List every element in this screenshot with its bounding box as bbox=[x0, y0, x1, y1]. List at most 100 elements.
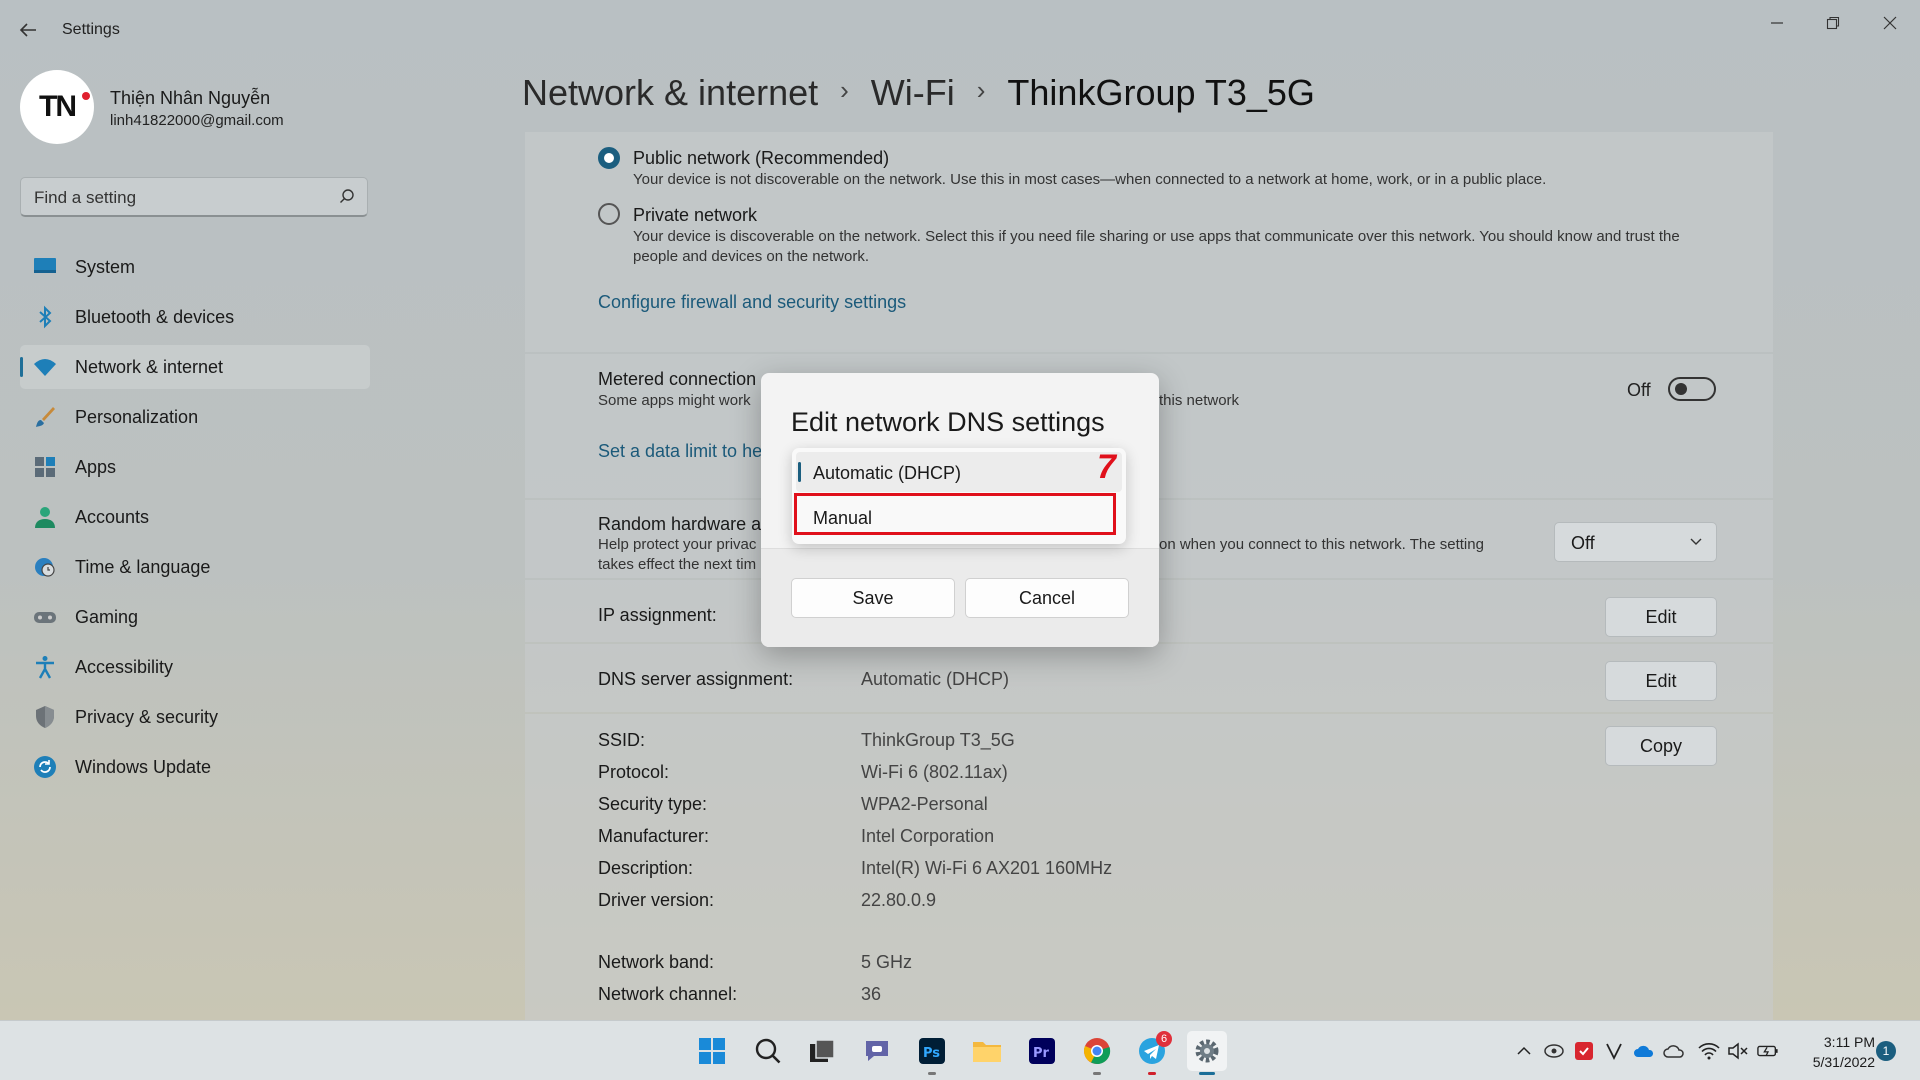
property-value: Intel Corporation bbox=[861, 826, 995, 846]
property-value: 22.80.0.9 bbox=[861, 890, 937, 910]
sidebar-item-personalization[interactable]: Personalization bbox=[20, 395, 370, 439]
sidebar-item-network[interactable]: Network & internet bbox=[20, 345, 370, 389]
sidebar-item-gaming[interactable]: Gaming bbox=[20, 595, 370, 639]
search-placeholder: Find a setting bbox=[34, 188, 137, 207]
cancel-button[interactable]: Cancel bbox=[965, 578, 1129, 618]
show-hidden-icons-button[interactable] bbox=[1513, 1040, 1535, 1062]
save-button[interactable]: Save bbox=[791, 578, 955, 618]
breadcrumb-chevron-icon: › bbox=[976, 75, 986, 105]
search-icon bbox=[755, 1038, 781, 1064]
user-name: Thiện Nhân Nguyễn bbox=[110, 88, 271, 108]
dns-edit-button[interactable]: Edit bbox=[1605, 661, 1717, 701]
tray-app-icon[interactable] bbox=[1603, 1040, 1625, 1062]
public-network-desc: Your device is not discoverable on the n… bbox=[633, 171, 1547, 188]
taskbar: Ps Pr 6 3:11 PM 5/31/2022 1 bbox=[0, 1020, 1920, 1080]
sidebar-item-label: Bluetooth & devices bbox=[75, 307, 235, 327]
app-title: Settings bbox=[62, 21, 120, 38]
sidebar-item-time-language[interactable]: Time & language bbox=[20, 545, 370, 589]
volume-tray-button[interactable] bbox=[1727, 1040, 1749, 1062]
random-hardware-select[interactable]: Off bbox=[1554, 522, 1717, 562]
brush-icon bbox=[36, 407, 55, 427]
annotation-step-number: 7 bbox=[1097, 448, 1116, 486]
photoshop-button[interactable]: Ps bbox=[912, 1031, 952, 1075]
windows-logo-icon bbox=[699, 1038, 725, 1064]
property-label: Network band: bbox=[598, 952, 715, 972]
sidebar-item-windows-update[interactable]: Windows Update bbox=[20, 745, 370, 789]
chrome-icon bbox=[1084, 1038, 1111, 1065]
copy-button[interactable]: Copy bbox=[1605, 726, 1717, 766]
running-indicator bbox=[928, 1072, 936, 1075]
firewall-settings-link[interactable]: Configure firewall and security settings bbox=[598, 292, 906, 313]
onedrive-tray-button[interactable] bbox=[1633, 1040, 1655, 1062]
sidebar-item-apps[interactable]: Apps bbox=[20, 445, 370, 489]
battery-tray-button[interactable] bbox=[1757, 1040, 1779, 1062]
settings-taskbar-button[interactable] bbox=[1187, 1031, 1227, 1075]
metered-connection-toggle[interactable] bbox=[1668, 377, 1716, 401]
property-label: Description: bbox=[598, 858, 694, 878]
svg-text:Ps: Ps bbox=[923, 1046, 940, 1061]
wifi-tray-button[interactable] bbox=[1698, 1040, 1720, 1062]
sidebar-item-label: Accounts bbox=[75, 507, 150, 527]
apps-icon bbox=[35, 457, 55, 477]
dns-mode-dropdown: Automatic (DHCP) Manual bbox=[792, 448, 1126, 544]
monitor-icon bbox=[34, 258, 56, 273]
minimize-button[interactable] bbox=[1757, 8, 1797, 38]
private-network-radio[interactable] bbox=[598, 203, 620, 225]
cloud-icon bbox=[1663, 1045, 1684, 1058]
teams-chat-button[interactable] bbox=[857, 1031, 897, 1071]
start-button[interactable] bbox=[692, 1031, 732, 1071]
shield-icon bbox=[36, 706, 54, 728]
sidebar-item-label: System bbox=[75, 257, 136, 277]
gamepad-icon bbox=[34, 612, 56, 623]
restore-button[interactable] bbox=[1813, 8, 1853, 38]
property-value: ThinkGroup T3_5G bbox=[861, 730, 1015, 750]
taskbar-search-button[interactable] bbox=[748, 1031, 788, 1071]
back-arrow-icon bbox=[19, 23, 36, 37]
close-button[interactable] bbox=[1870, 8, 1910, 38]
sidebar-item-system[interactable]: System bbox=[20, 245, 370, 289]
task-view-button[interactable] bbox=[802, 1031, 842, 1071]
tray-app-icon[interactable] bbox=[1543, 1040, 1565, 1062]
onedrive-personal-tray-button[interactable] bbox=[1663, 1040, 1685, 1062]
active-indicator bbox=[1199, 1072, 1215, 1075]
ip-edit-button[interactable]: Edit bbox=[1605, 597, 1717, 637]
file-explorer-button[interactable] bbox=[967, 1031, 1007, 1071]
data-limit-link[interactable]: Set a data limit to he bbox=[598, 441, 762, 462]
telegram-button[interactable]: 6 bbox=[1132, 1031, 1172, 1075]
sidebar-item-privacy-security[interactable]: Privacy & security bbox=[20, 695, 370, 739]
chrome-button[interactable] bbox=[1077, 1031, 1117, 1075]
toggle-knob bbox=[1675, 383, 1687, 395]
close-icon bbox=[1883, 16, 1897, 30]
search-input[interactable]: Find a setting bbox=[20, 177, 368, 217]
sidebar-item-label: Time & language bbox=[75, 557, 211, 577]
sidebar-nav: System Bluetooth & devices Network & int… bbox=[20, 245, 370, 795]
sidebar-item-accessibility[interactable]: Accessibility bbox=[20, 645, 370, 689]
breadcrumb: Network & internet › Wi-Fi › ThinkGroup T3_5… bbox=[522, 72, 1315, 114]
random-hardware-title: Random hardware ac bbox=[598, 514, 771, 534]
sidebar-item-accounts[interactable]: Accounts bbox=[20, 495, 370, 539]
metered-connection-title: Metered connection bbox=[598, 369, 757, 389]
property-label: Driver version: bbox=[598, 890, 715, 910]
sidebar-item-bluetooth[interactable]: Bluetooth & devices bbox=[20, 295, 370, 339]
breadcrumb-chevron-icon: › bbox=[840, 75, 849, 105]
clock-date: 5/31/2022 bbox=[1812, 1054, 1875, 1070]
properties-panel bbox=[525, 714, 1773, 1020]
public-network-radio[interactable] bbox=[598, 147, 620, 169]
sidebar-item-label: Personalization bbox=[75, 407, 199, 427]
private-network-title: Private network bbox=[633, 205, 758, 225]
dns-settings-dialog: Edit network DNS settings Save Cancel Au… bbox=[761, 373, 1159, 647]
premiere-button[interactable]: Pr bbox=[1022, 1031, 1062, 1071]
breadcrumb-item-wifi[interactable]: Wi-Fi bbox=[871, 72, 955, 113]
avatar: TN bbox=[20, 70, 94, 144]
notification-count-badge[interactable]: 1 bbox=[1876, 1041, 1896, 1061]
random-hardware-desc-line2: takes effect the next tim bbox=[598, 556, 757, 573]
metered-toggle-label: Off bbox=[1627, 380, 1651, 400]
tray-app-icon[interactable] bbox=[1573, 1040, 1595, 1062]
taskbar-clock[interactable]: 3:11 PM 5/31/2022 bbox=[1785, 1032, 1875, 1072]
clock-time: 3:11 PM bbox=[1823, 1034, 1875, 1050]
dropdown-option-automatic[interactable]: Automatic (DHCP) bbox=[796, 452, 1122, 492]
back-button[interactable] bbox=[16, 18, 40, 42]
sidebar-item-label: Privacy & security bbox=[75, 707, 219, 727]
sidebar-item-label: Accessibility bbox=[75, 657, 174, 677]
breadcrumb-item-network[interactable]: Network & internet bbox=[522, 72, 818, 113]
